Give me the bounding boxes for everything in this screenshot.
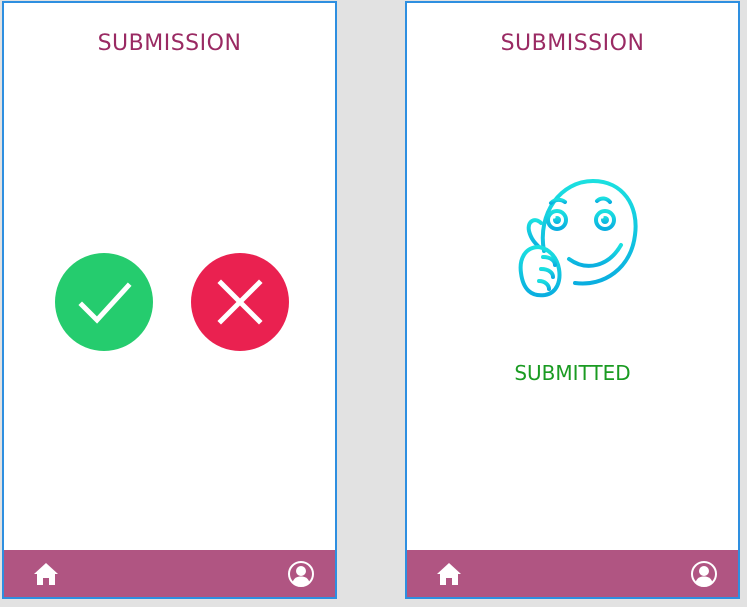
bottom-nav-bar [407, 550, 738, 597]
user-profile-icon[interactable] [690, 560, 718, 588]
checkmark-icon [78, 282, 132, 324]
page-title: SUBMISSION [500, 31, 645, 56]
submission-screen-confirmed: SUBMISSION SUBMITTED [405, 1, 740, 599]
cross-icon [217, 279, 263, 325]
page-title: SUBMISSION [97, 31, 242, 56]
thumbs-up-smiley-icon [511, 173, 643, 305]
submission-screen-choice: SUBMISSION [2, 1, 337, 599]
reject-button[interactable] [191, 253, 289, 351]
accept-button[interactable] [55, 253, 153, 351]
home-icon[interactable] [32, 560, 60, 588]
submitted-status: SUBMITTED [514, 361, 631, 385]
bottom-nav-bar [4, 550, 335, 597]
home-icon[interactable] [435, 560, 463, 588]
user-profile-icon[interactable] [287, 560, 315, 588]
